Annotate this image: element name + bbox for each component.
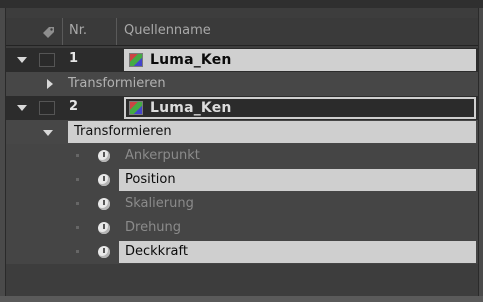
footage-icon — [129, 53, 143, 67]
property-label: Drehung — [125, 220, 182, 235]
property-row-skalierung[interactable]: Skalierung — [6, 192, 478, 216]
column-header-nr-label: Nr. — [69, 23, 88, 38]
top-strip — [0, 0, 483, 8]
layer-row-1[interactable]: 1 Luma_Ken — [6, 48, 478, 72]
property-label: Ankerpunkt — [125, 148, 200, 163]
property-highlight[interactable]: Deckkraft — [119, 241, 476, 263]
empty-area — [6, 264, 478, 296]
layer-number: 1 — [69, 51, 79, 66]
stopwatch-icon[interactable] — [98, 198, 110, 210]
layer-name-field-selected[interactable]: Luma_Ken — [124, 97, 476, 119]
property-row-deckkraft[interactable]: Deckkraft — [6, 240, 478, 264]
label-color-swatch[interactable] — [39, 53, 55, 67]
tree-connector — [76, 154, 79, 157]
property-row-drehung[interactable]: Drehung — [6, 216, 478, 240]
tree-connector — [76, 178, 79, 181]
property-highlight[interactable]: Position — [119, 169, 476, 191]
column-header-source-name-label: Quellenname — [124, 23, 211, 38]
tree-connector — [76, 202, 79, 205]
property-group-label: Transformieren — [74, 124, 172, 139]
bottom-strip — [0, 296, 483, 302]
stopwatch-icon[interactable] — [98, 246, 110, 258]
property-group-row[interactable]: Transformieren — [6, 120, 478, 144]
column-header-nr[interactable]: Nr. — [63, 18, 117, 45]
footage-icon — [129, 101, 143, 115]
stopwatch-icon[interactable] — [98, 150, 110, 162]
property-label: Position — [125, 172, 176, 187]
timeline-layer-panel: Nr. Quellenname 1 Luma_Ken Transformiere… — [5, 8, 479, 296]
layer-name-field[interactable]: Luma_Ken — [124, 49, 476, 71]
layer-row-2[interactable]: 2 Luma_Ken — [6, 96, 478, 120]
label-color-swatch[interactable] — [39, 101, 55, 115]
expand-triangle-icon[interactable] — [17, 57, 27, 63]
layer-name: Luma_Ken — [150, 100, 232, 116]
column-header-label-tag[interactable] — [6, 18, 63, 45]
property-group-label: Transformieren — [68, 76, 166, 91]
tree-connector — [76, 250, 79, 253]
property-label: Skalierung — [125, 196, 194, 211]
tag-icon — [43, 27, 54, 38]
property-label: Deckkraft — [125, 244, 188, 259]
expand-triangle-icon[interactable] — [17, 105, 27, 111]
layer-number: 2 — [69, 99, 79, 114]
layer-name: Luma_Ken — [150, 52, 232, 68]
property-row-position[interactable]: Position — [6, 168, 478, 192]
property-group-row[interactable]: Transformieren — [6, 72, 478, 96]
collapse-triangle-icon[interactable] — [47, 79, 53, 89]
column-header-row: Nr. Quellenname — [6, 18, 478, 46]
property-row-ankerpunkt[interactable]: Ankerpunkt — [6, 144, 478, 168]
expand-triangle-icon[interactable] — [43, 130, 53, 136]
tree-connector — [76, 226, 79, 229]
stopwatch-icon[interactable] — [98, 174, 110, 186]
stopwatch-icon[interactable] — [98, 222, 110, 234]
property-group-highlight[interactable]: Transformieren — [68, 121, 476, 143]
